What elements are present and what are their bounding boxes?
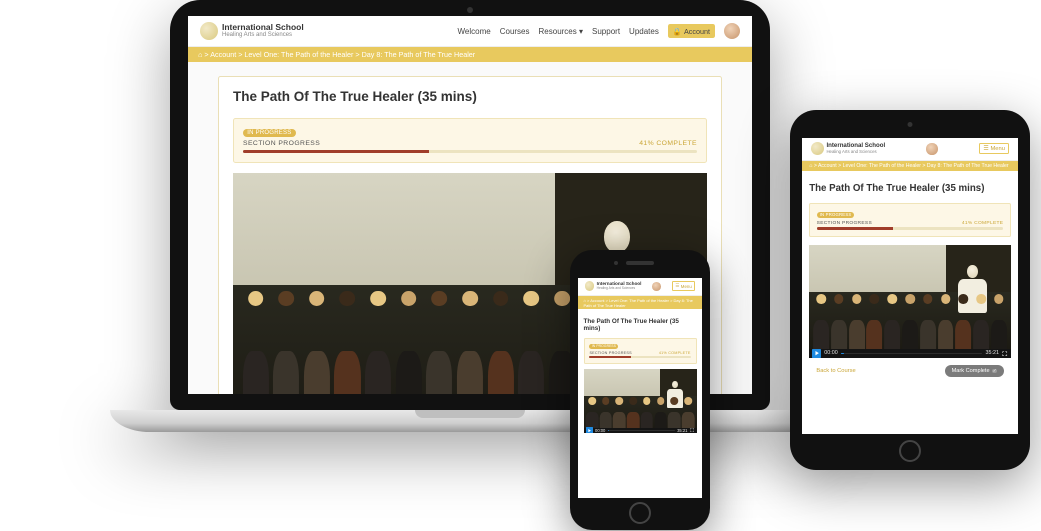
video-scrubber[interactable] (608, 430, 675, 431)
lesson-actions: Back to Course Mark Complete ✓ (809, 358, 1011, 384)
progress-percent: 41% COMPLETE (639, 140, 697, 147)
lock-icon: 🔒 (673, 27, 682, 36)
crumb-account[interactable]: Account (210, 50, 236, 59)
play-button[interactable] (586, 427, 593, 433)
lesson-title: The Path Of The True Healer (35 mins) (809, 183, 1011, 194)
check-icon: ✓ (992, 369, 996, 373)
nav-courses[interactable]: Courses (500, 27, 530, 36)
hamburger-icon: ☰ (983, 146, 988, 152)
video-player[interactable]: 00:00 35:21 (809, 245, 1011, 358)
home-icon[interactable]: ⌂ (809, 163, 812, 169)
nav-updates[interactable]: Updates (629, 27, 659, 36)
header: International School Healing Arts and Sc… (578, 278, 702, 296)
menu-button[interactable]: ☰ Menu (672, 281, 696, 291)
header: International School Healing Arts and Sc… (188, 16, 752, 47)
home-icon[interactable]: ⌂ (198, 50, 202, 59)
breadcrumb: ⌂ > Account > Level One: The Path of the… (188, 47, 752, 62)
logo[interactable]: International School Healing Arts and Sc… (200, 22, 304, 40)
logo-icon (811, 142, 824, 155)
video-player[interactable]: 00:00 35:21 (584, 369, 697, 433)
laptop-camera (467, 7, 473, 13)
progress-box: IN PROGRESS SECTION PROGRESS 41% COMPLET… (233, 118, 707, 163)
logo[interactable]: International School Healing Arts and Sc… (811, 142, 886, 155)
device-phone: International School Healing Arts and Sc… (570, 250, 710, 530)
header: International School Healing Arts and Sc… (802, 138, 1018, 161)
logo-line2: Healing Arts and Sciences (222, 32, 304, 38)
lesson-title: The Path Of The True Healer (35 mins) (584, 318, 697, 332)
back-to-course-link[interactable]: Back to Course (816, 368, 855, 374)
avatar[interactable] (926, 143, 938, 155)
avatar[interactable] (724, 23, 740, 39)
logo-icon (585, 281, 595, 291)
crumb-lesson[interactable]: Day 8: The Path of The True Healer (362, 50, 476, 59)
progress-label: SECTION PROGRESS (243, 140, 320, 147)
account-button[interactable]: 🔒 Account (668, 24, 715, 37)
logo[interactable]: International School Healing Arts and Sc… (585, 281, 642, 291)
video-scrubber[interactable] (841, 353, 982, 355)
progress-bar (243, 150, 697, 154)
hamburger-icon: ☰ (675, 283, 679, 289)
fullscreen-icon[interactable] (690, 428, 694, 432)
logo-line1: International School (222, 23, 304, 32)
breadcrumb: ⌂ > Account > Level One: The Path of the… (802, 161, 1018, 172)
phone-home-button[interactable] (629, 502, 651, 524)
tablet-home-button[interactable] (899, 440, 921, 462)
lesson-title: The Path Of The True Healer (35 mins) (233, 89, 707, 104)
progress-bar-fill (243, 150, 429, 154)
play-button[interactable] (812, 349, 821, 358)
device-tablet: International School Healing Arts and Sc… (790, 110, 1030, 470)
breadcrumb: ⌂ > Account > Level One: The Path of the… (578, 296, 702, 310)
avatar[interactable] (652, 282, 661, 291)
crumb-course[interactable]: Level One: The Path of the Healer (244, 50, 353, 59)
fullscreen-icon[interactable] (1002, 351, 1007, 356)
progress-box: IN PROGRESS SECTION PROGRESS 41% COMPLET… (809, 203, 1011, 237)
logo-icon (200, 22, 218, 40)
chevron-down-icon: ▾ (579, 27, 583, 36)
menu-button[interactable]: ☰ Menu (979, 143, 1009, 154)
nav-resources[interactable]: Resources ▾ (539, 27, 584, 36)
top-nav: Welcome Courses Resources ▾ Support Upda… (458, 23, 740, 39)
nav-welcome[interactable]: Welcome (458, 27, 491, 36)
mark-complete-button[interactable]: Mark Complete ✓ (945, 365, 1004, 377)
status-badge: IN PROGRESS (243, 129, 296, 137)
nav-support[interactable]: Support (592, 27, 620, 36)
